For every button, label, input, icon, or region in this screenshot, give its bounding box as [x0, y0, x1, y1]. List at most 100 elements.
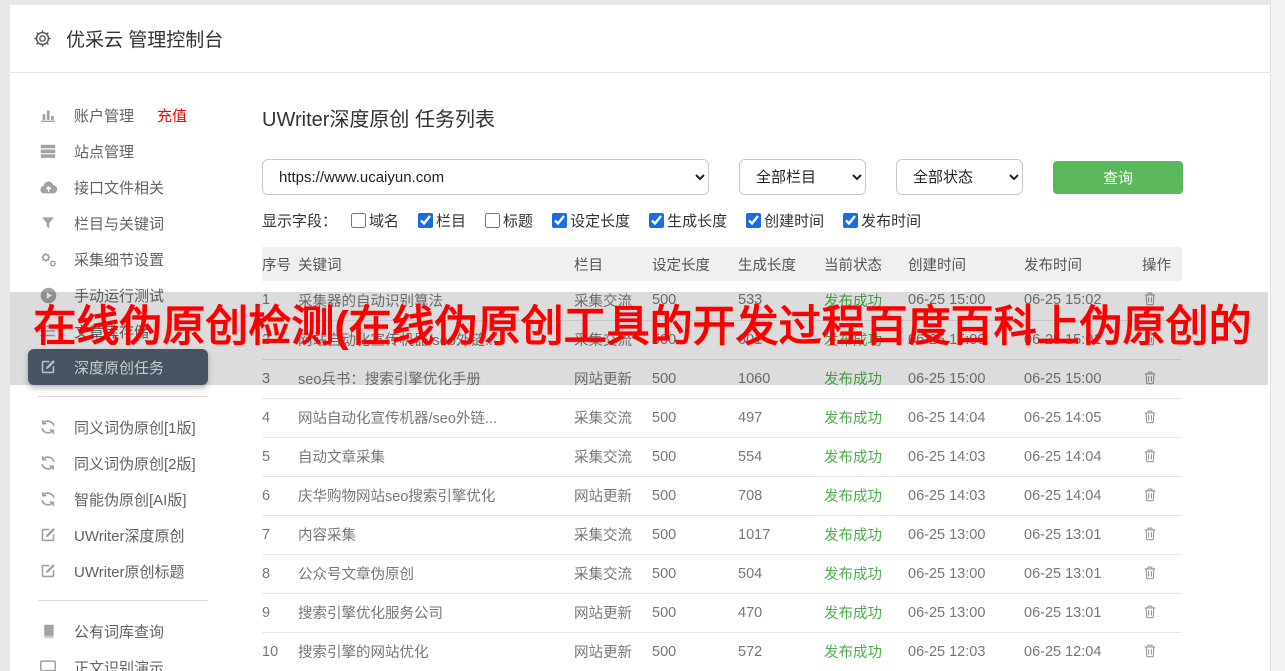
- cell-actions: [1142, 281, 1182, 321]
- delete-button[interactable]: [1142, 408, 1158, 428]
- field-checkbox[interactable]: [649, 213, 665, 228]
- trash-icon: [1142, 564, 1158, 584]
- cell-column: 网站更新: [574, 359, 652, 399]
- cell-set_len: 500: [652, 437, 738, 477]
- field-checkbox[interactable]: [552, 213, 568, 228]
- field-checkbox[interactable]: [746, 213, 762, 228]
- cell-published: 06-25 15:00: [1024, 359, 1142, 399]
- column-select[interactable]: 全部栏目: [739, 159, 866, 195]
- sidebar-item[interactable]: UWriter深度原创: [28, 517, 208, 553]
- filter-toolbar: https://www.ucaiyun.com 全部栏目 全部状态 查询: [262, 159, 1270, 195]
- cell-created: 06-25 15:00: [908, 320, 1024, 360]
- sidebar-item-label: UWriter深度原创: [74, 527, 185, 545]
- sidebar-item-label: 账户管理: [74, 107, 135, 125]
- sidebar-item[interactable]: 站点管理: [28, 133, 208, 169]
- delete-button[interactable]: [1142, 642, 1158, 662]
- field-option[interactable]: 栏目: [418, 210, 466, 231]
- sidebar-item[interactable]: 接口文件相关: [28, 169, 208, 205]
- trash-icon: [1142, 525, 1158, 545]
- field-option[interactable]: 设定长度: [552, 210, 630, 231]
- cell-published: 06-25 12:04: [1024, 632, 1142, 671]
- delete-button[interactable]: [1142, 290, 1158, 310]
- cell-no: 6: [262, 476, 298, 516]
- trash-icon: [1142, 486, 1158, 506]
- cell-no: 1: [262, 281, 298, 321]
- cell-gen_len: 708: [738, 476, 824, 516]
- cell-actions: [1142, 359, 1182, 399]
- refresh-icon: [38, 490, 58, 508]
- cell-keyword: 内容采集: [298, 515, 574, 555]
- trash-icon: [1142, 330, 1158, 350]
- cell-status: 发布成功: [824, 398, 908, 438]
- table-row: 8 公众号文章伪原创 采集交流 500 504 发布成功 06-25 13:00 06-25 …: [262, 554, 1182, 594]
- sidebar-item[interactable]: 文章库存储: [28, 313, 208, 349]
- cell-status: 发布成功: [824, 632, 908, 671]
- cell-published: 06-25 15:01: [1024, 320, 1142, 360]
- delete-button[interactable]: [1142, 525, 1158, 545]
- field-checkbox[interactable]: [351, 213, 367, 228]
- field-option[interactable]: 生成长度: [649, 210, 727, 231]
- cell-actions: [1142, 515, 1182, 555]
- recharge-badge[interactable]: 充值: [157, 105, 187, 126]
- sidebar-item-label: 手动运行测试: [74, 287, 165, 305]
- cell-column: 网站更新: [574, 593, 652, 633]
- cell-keyword: 网站自动化宣传机器/seo外链...: [298, 320, 574, 360]
- page-title: UWriter深度原创 任务列表: [262, 109, 495, 131]
- field-option[interactable]: 标题: [485, 210, 533, 231]
- sidebar-item[interactable]: 栏目与关键词: [28, 205, 208, 241]
- field-checkbox-label: 设定长度: [570, 213, 631, 230]
- trash-icon: [1142, 408, 1158, 428]
- cell-column: 采集交流: [574, 554, 652, 594]
- sidebar-item[interactable]: 采集细节设置: [28, 241, 208, 277]
- refresh-icon: [38, 454, 58, 472]
- delete-button[interactable]: [1142, 369, 1158, 389]
- cell-created: 06-25 14:03: [908, 476, 1024, 516]
- edit-icon: [38, 562, 58, 580]
- sidebar-divider: [38, 396, 208, 397]
- cell-keyword: 采集器的自动识别算法: [298, 281, 574, 321]
- sidebar-item-label: 正文识别演示: [74, 659, 165, 671]
- sidebar-item[interactable]: 同义词伪原创[2版]: [28, 445, 208, 481]
- vertical-scrollbar[interactable]: [1270, 0, 1285, 671]
- sidebar-item[interactable]: 手动运行测试: [28, 277, 208, 313]
- cell-status: 发布成功: [824, 320, 908, 360]
- delete-button[interactable]: [1142, 447, 1158, 467]
- sidebar-item[interactable]: 同义词伪原创[1版]: [28, 409, 208, 445]
- field-option[interactable]: 发布时间: [843, 210, 921, 231]
- main-content: UWriter深度原创 任务列表 https://www.ucaiyun.com…: [252, 73, 1270, 671]
- trash-icon: [1142, 447, 1158, 467]
- field-checkbox[interactable]: [485, 213, 501, 228]
- cell-actions: [1142, 437, 1182, 477]
- delete-button[interactable]: [1142, 603, 1158, 623]
- sidebar-item-label: 深度原创任务: [74, 359, 165, 377]
- sidebar-item[interactable]: 正文识别演示: [28, 649, 208, 671]
- cell-created: 06-25 15:00: [908, 281, 1024, 321]
- field-checkbox[interactable]: [418, 213, 434, 228]
- sidebar-item[interactable]: 深度原创任务: [28, 349, 208, 385]
- cell-gen_len: 470: [738, 593, 824, 633]
- field-checkbox-label: 栏目: [436, 213, 467, 230]
- cell-status: 发布成功: [824, 593, 908, 633]
- site-select[interactable]: https://www.ucaiyun.com: [262, 159, 709, 195]
- cell-created: 06-25 13:00: [908, 554, 1024, 594]
- table-row: 2 网站自动化宣传机器/seo外链... 采集交流 500 601 发布成功 06-25 1…: [262, 320, 1182, 360]
- delete-button[interactable]: [1142, 486, 1158, 506]
- query-button[interactable]: 查询: [1053, 160, 1183, 194]
- sidebar-item[interactable]: 智能伪原创[AI版]: [28, 481, 208, 517]
- column-header: 设定长度: [652, 247, 738, 281]
- cell-column: 网站更新: [574, 476, 652, 516]
- sidebar-item[interactable]: 账户管理 充值: [28, 97, 208, 133]
- sidebar-item[interactable]: 公有词库查询: [28, 613, 208, 649]
- status-select[interactable]: 全部状态: [896, 159, 1023, 195]
- delete-button[interactable]: [1142, 564, 1158, 584]
- field-option[interactable]: 域名: [351, 210, 399, 231]
- delete-button[interactable]: [1142, 330, 1158, 350]
- table-row: 10 搜索引擎的网站优化 网站更新 500 572 发布成功 06-25 12:03 06-2…: [262, 632, 1182, 671]
- cell-published: 06-25 14:05: [1024, 398, 1142, 438]
- cell-gen_len: 1017: [738, 515, 824, 555]
- field-option[interactable]: 创建时间: [746, 210, 824, 231]
- cell-set_len: 500: [652, 359, 738, 399]
- sidebar-item[interactable]: UWriter原创标题: [28, 553, 208, 589]
- field-checkbox[interactable]: [843, 213, 859, 228]
- column-header: 生成长度: [738, 247, 824, 281]
